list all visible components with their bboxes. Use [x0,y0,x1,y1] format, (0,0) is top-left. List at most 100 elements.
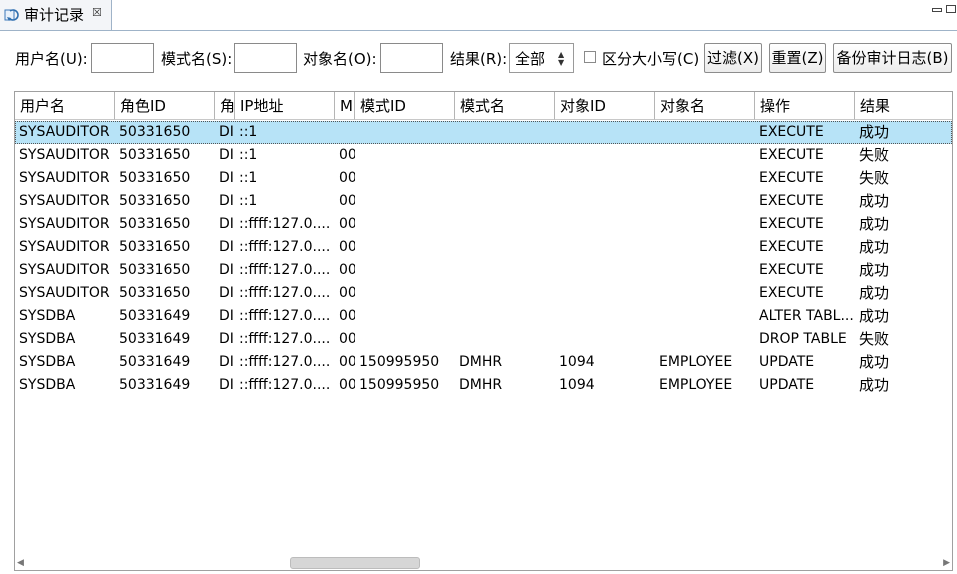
cell-col-object-name [655,328,755,351]
cell-col-ip: ::ffff:127.0.... [239,377,331,393]
table-row[interactable]: SYSAUDITOR 50331650 DI::1 00 EXECUTE 失败 [15,167,952,190]
header-col-role-id[interactable]: 角色ID [115,92,215,120]
scrollbar-thumb[interactable] [290,557,420,569]
cell-col-user: SYSAUDITOR [19,193,110,209]
cell-col-object-id [555,167,655,190]
cell-col-operation: EXECUTE [759,262,824,278]
reset-button[interactable]: 重置(Z) [769,43,826,73]
table-row[interactable]: SYSAUDITOR 50331650 DI::ffff:127.0.... 00 EX… [15,213,952,236]
table-row[interactable]: SYSDBA 50331649 DI::ffff:127.0.... 00 DROP T… [15,328,952,351]
cell-col-object-id [555,213,655,236]
cell-col-role: DI [219,193,234,209]
cell-col-role-id: 50331649 [119,308,191,324]
tab-audit-records[interactable]: 审计记录 ☒ [0,0,112,30]
cell-col-schema-name [455,190,555,213]
cell-col-object-name [655,167,755,190]
user-input[interactable] [91,43,154,73]
cell-col-m: 00 [339,377,355,393]
cell-col-role-id: 50331650 [119,124,191,140]
cell-col-role-id: 50331649 [119,354,191,370]
backup-audit-log-button[interactable]: 备份审计日志(B) [833,43,952,73]
scroll-left-icon[interactable]: ◀ [17,557,24,569]
cell-col-result: 成功 [859,307,890,325]
header-col-m[interactable]: M [335,92,355,120]
cell-col-schema-id: 150995950 [359,377,440,393]
header-col-schema-id[interactable]: 模式ID [355,92,455,120]
cell-col-schema-name: DMHR [459,354,503,370]
cell-col-object-id [555,121,655,144]
cell-col-schema-name [455,305,555,328]
minimize-icon[interactable] [932,8,942,12]
cell-col-result: 成功 [859,376,890,394]
cell-col-role: DI [219,308,234,324]
close-icon[interactable]: ☒ [92,6,102,20]
cell-col-result: 成功 [859,123,890,141]
cell-col-user: SYSAUDITOR [19,216,110,232]
case-sensitive-checkbox[interactable] [584,51,596,63]
header-col-ip[interactable]: IP地址 [235,92,335,120]
cell-col-schema-name [455,167,555,190]
cell-col-schema-name [455,328,555,351]
cell-col-user: SYSAUDITOR [19,170,110,186]
cell-col-object-id: 1094 [559,354,595,370]
cell-col-role: DI [219,285,234,301]
cell-col-user: SYSAUDITOR [19,239,110,255]
spin-down-icon[interactable]: ▼ [558,59,564,67]
tab-title: 审计记录 [24,6,85,24]
table-row[interactable]: SYSAUDITOR 50331650 DI::1 00 EXECUTE 成功 [15,190,952,213]
header-col-schema-name[interactable]: 模式名 [455,92,555,120]
horizontal-scrollbar[interactable]: ◀ ▶ [15,556,952,570]
cell-col-role: DI [219,262,234,278]
table-row[interactable]: SYSAUDITOR 50331650 DI::1 00 EXECUTE 失败 [15,144,952,167]
table-row[interactable]: SYSAUDITOR 50331650 DI::ffff:127.0.... 00 EX… [15,236,952,259]
cell-col-object-id: 1094 [559,377,595,393]
cell-col-m: 00 [339,216,355,232]
table-row[interactable]: SYSAUDITOR 50331650 DI::1 EXECUTE 成功 [15,121,952,144]
cell-col-ip: ::ffff:127.0.... [239,239,331,255]
cell-col-object-id [555,328,655,351]
schema-input[interactable] [234,43,297,73]
cell-col-user: SYSAUDITOR [19,124,110,140]
cell-col-ip: ::1 [239,170,258,186]
cell-col-schema-name [455,144,555,167]
scroll-right-icon[interactable]: ▶ [943,557,950,569]
cell-col-m: 00 [339,262,355,278]
cell-col-schema-id [355,282,455,305]
table-header: 用户名 角色ID 角 IP地址 M 模式ID 模式名 对象ID 对象名 操作 结果 [15,92,952,120]
header-col-object-id[interactable]: 对象ID [555,92,655,120]
cell-col-role: DI [219,124,234,140]
maximize-icon[interactable] [946,5,956,13]
table-row[interactable]: SYSAUDITOR 50331650 DI::ffff:127.0.... 00 EX… [15,259,952,282]
cell-col-result: 失败 [859,330,890,348]
object-input[interactable] [380,43,443,73]
cell-col-role: DI [219,354,234,370]
header-col-user[interactable]: 用户名 [15,92,115,120]
header-col-role[interactable]: 角 [215,92,235,120]
cell-col-result: 失败 [859,169,890,187]
filter-button[interactable]: 过滤(X) [704,43,762,73]
cell-col-result: 成功 [859,238,890,256]
cell-col-schema-name [455,259,555,282]
result-select[interactable]: 全部 ▲ ▼ [509,43,574,73]
cell-col-ip: ::ffff:127.0.... [239,216,331,232]
table-row[interactable]: SYSDBA 50331649 DI::ffff:127.0.... 00150995… [15,374,952,397]
table-row[interactable]: SYSDBA 50331649 DI::ffff:127.0.... 00 ALTER … [15,305,952,328]
cell-col-role-id: 50331649 [119,331,191,347]
table-row[interactable]: SYSAUDITOR 50331650 DI::ffff:127.0.... 00 EX… [15,282,952,305]
cell-col-schema-id [355,259,455,282]
header-col-result[interactable]: 结果 [855,92,952,120]
cell-col-schema-name [455,121,555,144]
cell-col-role-id: 50331650 [119,193,191,209]
cell-col-operation: EXECUTE [759,216,824,232]
table-row[interactable]: SYSDBA 50331649 DI::ffff:127.0.... 00150995… [15,351,952,374]
cell-col-role: DI [219,216,234,232]
cell-col-ip: ::ffff:127.0.... [239,331,331,347]
cell-col-ip: ::1 [239,124,258,140]
cell-col-role-id: 50331650 [119,170,191,186]
header-col-operation[interactable]: 操作 [755,92,855,120]
cell-col-schema-id [355,121,455,144]
header-col-object-name[interactable]: 对象名 [655,92,755,120]
cell-col-ip: ::ffff:127.0.... [239,354,331,370]
cell-col-role: DI [219,170,234,186]
cell-col-schema-id: 150995950 [359,354,440,370]
